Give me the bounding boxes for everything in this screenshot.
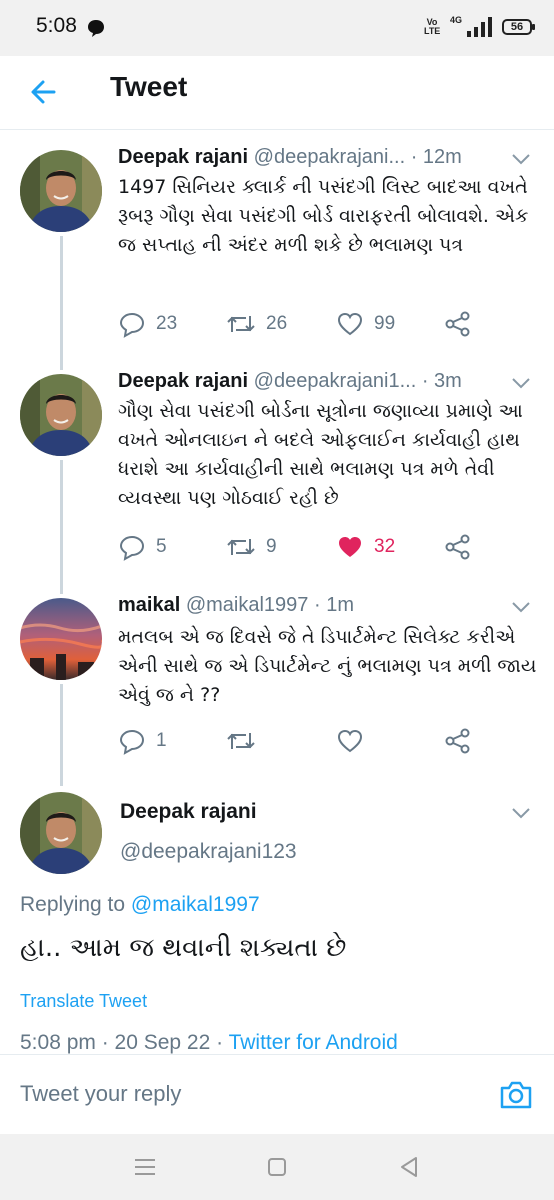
tweet-actions: 5 9 32 [118,531,538,563]
reply-count: 5 [156,536,167,557]
app-header: Tweet [0,56,554,130]
chevron-down-icon[interactable] [510,806,532,820]
author-name[interactable]: maikal [118,594,180,616]
share-icon [445,534,470,560]
tweet-text: મતલબ એ જ દિવસે જે તે ડિપાર્ટમેન્ટ સિલેક્… [118,626,537,706]
retweet-button[interactable] [226,725,256,757]
author-name[interactable]: Deepak rajani [118,370,248,392]
status-time: 5:08 [36,14,77,37]
battery-icon: 56 [502,19,535,35]
tweet-header: Deepak rajani @deepakrajani... · 12m [118,146,462,169]
tweet-actions: 1 [118,725,538,757]
like-count: 99 [374,313,396,334]
chevron-down-icon[interactable] [510,152,532,166]
tweet-text: 1497 સિનિયર ક્લાર્ક ની પસંદગી લિસ્ટ બાદઆ… [118,176,529,256]
volte-indicator: Vo LTE [423,17,441,36]
message-bubble-icon [88,20,104,37]
timestamp-text: 5:08 pm · 20 Sep 22 · [20,1031,224,1054]
back-arrow-icon[interactable] [24,72,64,112]
heart-icon [337,729,363,753]
reply-icon [119,535,145,561]
retweet-button[interactable]: 26 [226,308,287,340]
share-button[interactable] [444,725,472,757]
retweet-icon [227,733,255,749]
heart-icon [337,312,363,336]
camera-icon[interactable] [498,1077,534,1113]
author-handle-time: @deepakrajani1... · 3m [253,370,462,392]
reply-icon [119,312,145,338]
retweet-count: 26 [266,313,288,334]
like-button[interactable] [336,725,364,757]
share-icon [445,311,470,337]
focus-tweet-text: હા.. આમ જ થવાની શક્યતા છે [20,933,347,963]
replying-mention[interactable]: @maikal1997 [131,893,260,916]
retweet-button[interactable]: 9 [226,531,277,563]
status-bar: 5:08 Vo LTE 4G 56 [0,0,554,56]
like-count: 32 [374,536,396,557]
avatar[interactable] [20,150,102,232]
reply-icon [119,729,145,755]
tweet-timestamp: 5:08 pm · 20 Sep 22 · Twitter for Androi… [20,1031,398,1055]
tweet-source-link[interactable]: Twitter for Android [229,1031,398,1054]
reply-button[interactable]: 1 [118,725,167,757]
thread-line [60,684,63,786]
page-title: Tweet [110,71,188,102]
system-nav-bar [0,1134,554,1200]
reply-bar: Tweet your reply [0,1054,554,1134]
reply-count: 1 [156,730,167,751]
author-handle-time: @deepakrajani... · 12m [253,146,462,168]
avatar[interactable] [20,374,102,456]
focus-author-name[interactable]: Deepak rajani [120,800,257,824]
reply-button[interactable]: 5 [118,531,167,563]
network-type: 4G [449,15,462,25]
thread-line [60,460,63,594]
replying-prefix: Replying to [20,893,126,916]
focus-author-handle[interactable]: @deepakrajani123 [120,840,297,864]
avatar[interactable] [20,598,102,680]
replying-to: Replying to @maikal1997 [20,893,260,917]
retweet-icon [227,316,255,332]
back-icon[interactable] [396,1154,422,1180]
menu-icon[interactable] [132,1154,158,1180]
signal-icon [467,17,492,37]
heart-filled-icon [339,537,361,557]
reply-input[interactable]: Tweet your reply [20,1081,181,1107]
thread-line [60,236,63,370]
tweet-header: Deepak rajani @deepakrajani1... · 3m [118,370,462,393]
author-handle-time: @maikal1997 · 1m [185,594,354,616]
chevron-down-icon[interactable] [510,600,532,614]
avatar[interactable] [20,792,102,874]
status-icons: Vo LTE 4G 56 [423,12,535,42]
share-button[interactable] [444,531,472,563]
retweet-count: 9 [266,536,277,557]
share-button[interactable] [444,308,472,340]
tweet-header: maikal @maikal1997 · 1m [118,594,354,617]
translate-tweet-link[interactable]: Translate Tweet [20,991,147,1012]
like-button[interactable]: 99 [336,308,395,340]
author-name[interactable]: Deepak rajani [118,146,248,168]
reply-count: 23 [156,313,178,334]
retweet-icon [227,539,255,555]
like-button[interactable]: 32 [336,531,395,563]
battery-level: 56 [510,21,524,33]
share-icon [445,728,470,754]
home-icon[interactable] [264,1154,290,1180]
tweet-actions: 23 26 99 [118,308,538,340]
chevron-down-icon[interactable] [510,376,532,390]
reply-button[interactable]: 23 [118,308,177,340]
tweet-text: ગૌણ સેવા પસંદગી બોર્ડના સૂત્રોના જણાવ્યા… [118,400,523,509]
